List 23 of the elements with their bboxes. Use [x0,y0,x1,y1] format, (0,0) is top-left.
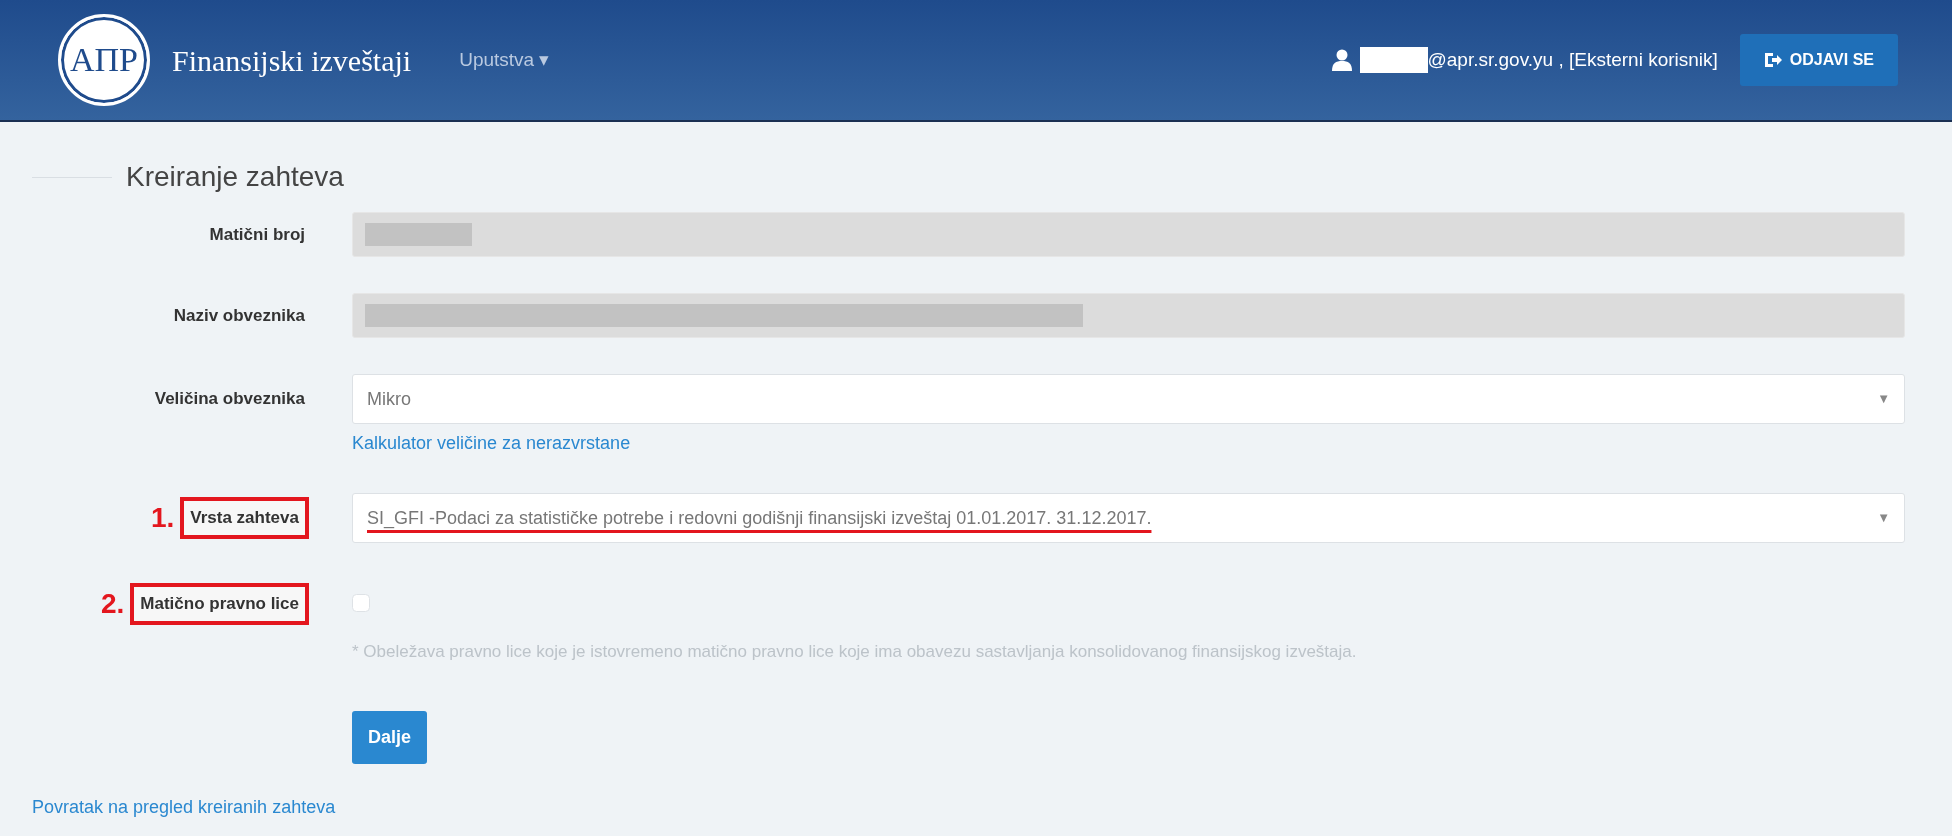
calculator-link[interactable]: Kalkulator veličine za nerazvrstane [352,430,631,457]
input-field[interactable] [352,212,1905,257]
logo: АПР [58,14,150,106]
field-label: Matični broj [209,223,305,246]
dropdown-caret: ▼ [1877,509,1890,528]
field-label: Veličina obveznika [154,388,305,411]
user-icon [1331,49,1352,71]
input-field[interactable] [352,293,1905,338]
next-button[interactable]: Dalje [352,710,428,764]
dropdown-caret: ▼ [1877,390,1890,409]
step-number: 2. [100,587,125,621]
instructions-menu[interactable]: Uputstva ▾ [459,45,550,75]
form-legend: Kreiranje zahteva [112,156,358,198]
logout-icon [1763,52,1782,68]
checkbox[interactable] [352,594,370,612]
app-title: Finansijski izveštaji [172,42,412,79]
select-field[interactable]: SI_GFI -Podaci za statističke potrebe i redovni godišnji finansijski izveštaj 01.01.2017. 31.12.2017. ▼ [352,493,1905,543]
user-email: @apr.sr.gov.yu , [Eksterni korisnik] [1427,47,1718,72]
logout-button[interactable]: ODJAVI SE [1739,34,1898,86]
step-number: 1. [150,501,175,535]
field-label: Naziv obveznika [173,304,305,327]
back-link[interactable]: Povratak na pregled kreiranih zahteva [32,796,336,817]
select-field[interactable]: Mikro ▼ [352,374,1905,424]
